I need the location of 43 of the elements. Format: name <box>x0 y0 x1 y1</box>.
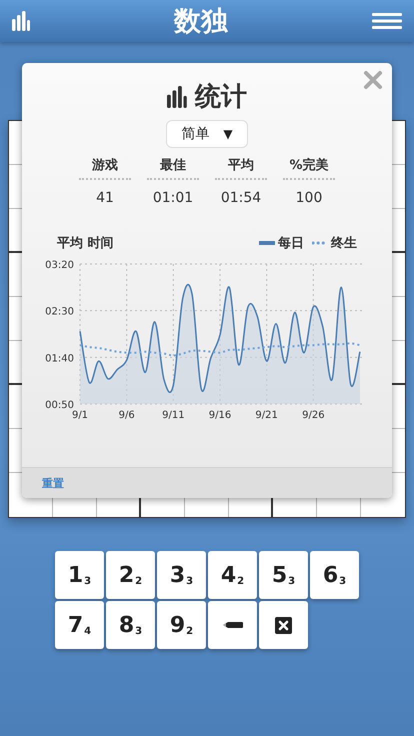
legend-item: 每日 <box>259 234 304 252</box>
stat-label: 平均 <box>215 156 267 180</box>
stat-value: 01:01 <box>152 190 194 206</box>
number-key[interactable]: 7 4 <box>55 601 104 649</box>
x-tick-label: 9/21 <box>255 410 278 421</box>
difficulty-dropdown[interactable]: 简单 ▼ <box>166 120 248 148</box>
erase-icon <box>275 616 292 634</box>
menu-icon[interactable] <box>372 13 402 29</box>
dotted-line-swatch-icon <box>312 241 328 245</box>
stats-icon[interactable] <box>12 11 30 31</box>
chart-title: 平均 时间 <box>57 235 114 252</box>
x-tick-label: 9/1 <box>72 410 88 421</box>
stat-value: 01:54 <box>220 190 262 206</box>
app-title: 数独 <box>174 5 228 39</box>
number-key[interactable]: 5 3 <box>259 551 308 599</box>
stat-label: 游戏 <box>79 156 131 180</box>
number-key[interactable]: 9 2 <box>157 601 206 649</box>
number-key[interactable]: 6 3 <box>310 551 359 599</box>
stat-value: 41 <box>96 190 114 206</box>
stat-label: 最佳 <box>147 156 199 180</box>
pencil-key[interactable] <box>208 601 257 649</box>
x-tick-label: 9/6 <box>118 410 135 421</box>
number-key[interactable]: 8 3 <box>106 601 155 649</box>
legend-item: 终生 <box>312 234 357 252</box>
dialog-title: 统计 <box>194 81 247 114</box>
number-key[interactable]: 42 <box>208 551 257 599</box>
erase-key[interactable] <box>259 601 308 649</box>
stat-label: %完美 <box>283 156 335 180</box>
pencil-icon <box>222 621 242 629</box>
x-tick-label: 9/26 <box>302 410 325 421</box>
solid-line-swatch-icon <box>259 241 275 245</box>
bar-chart-icon <box>167 86 187 108</box>
y-tick-label: 01:40 <box>45 353 74 364</box>
close-button[interactable] <box>362 69 384 91</box>
y-tick-label: 03:20 <box>45 260 74 271</box>
number-key[interactable]: 1 3 <box>55 551 104 599</box>
x-tick-label: 9/11 <box>162 410 185 421</box>
number-key[interactable]: 3 3 <box>157 551 206 599</box>
stat-value: 100 <box>296 190 322 206</box>
y-tick-label: 00:50 <box>45 400 74 411</box>
x-tick-label: 9/16 <box>208 410 232 421</box>
number-key[interactable]: 2 2 <box>106 551 155 599</box>
y-tick-label: 02:30 <box>45 306 74 318</box>
